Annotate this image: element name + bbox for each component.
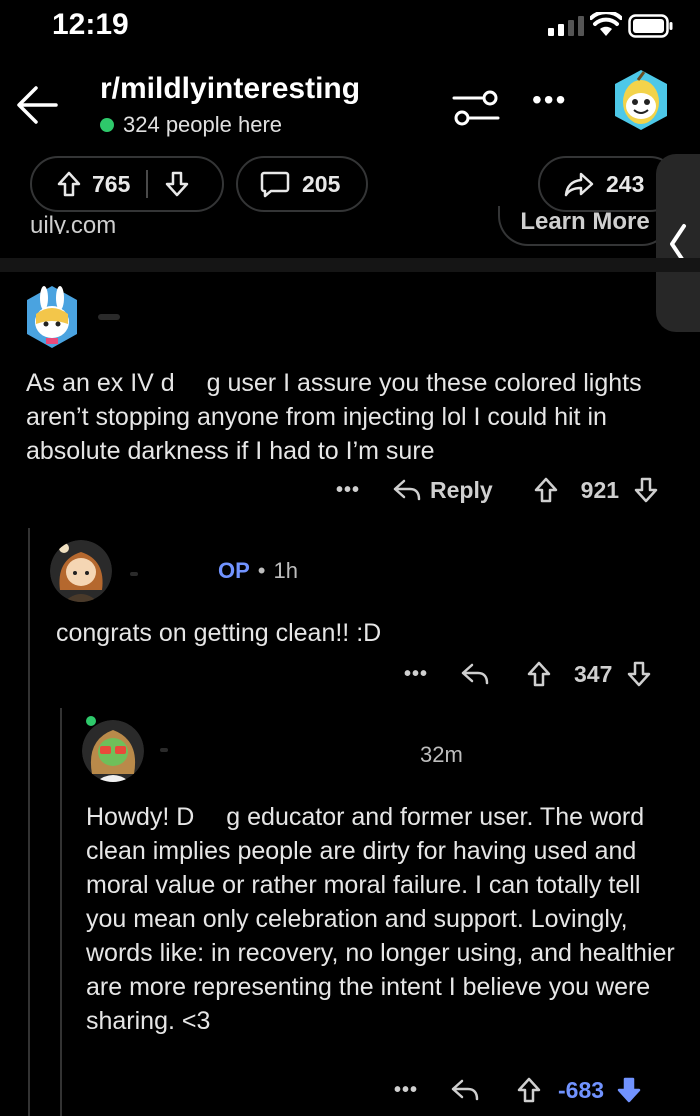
reply-icon[interactable] xyxy=(460,661,490,687)
reply-button[interactable]: Reply xyxy=(430,477,493,504)
comments-button[interactable]: 205 xyxy=(236,156,368,212)
reply-icon[interactable] xyxy=(450,1077,480,1103)
upvote-icon[interactable] xyxy=(533,476,559,504)
upvote-icon[interactable] xyxy=(56,170,82,198)
thread-line xyxy=(28,528,30,1116)
upvote-icon[interactable] xyxy=(526,660,552,688)
comment-score: 921 xyxy=(580,476,620,503)
upvote-icon[interactable] xyxy=(516,1076,542,1104)
redacted-username xyxy=(160,748,168,752)
online-dot-icon xyxy=(100,118,114,132)
share-arrow-icon xyxy=(564,172,594,197)
commenter-avatar[interactable] xyxy=(24,284,80,350)
status-time: 12:19 xyxy=(52,8,129,41)
side-drawer-tab[interactable] xyxy=(656,154,700,332)
commenter-avatar[interactable] xyxy=(82,720,144,782)
learn-more-label: Learn More xyxy=(520,208,650,235)
back-arrow-icon[interactable] xyxy=(14,82,60,128)
subreddit-name[interactable]: r/mildlyinteresting xyxy=(100,72,360,106)
share-count: 243 xyxy=(606,170,645,197)
comment-age: 1h xyxy=(273,558,298,583)
online-dot-icon xyxy=(86,716,96,726)
user-avatar[interactable] xyxy=(612,68,670,132)
signal-icon xyxy=(548,16,584,36)
comment-actions: ••• 347 xyxy=(404,660,652,688)
comment-more-icon[interactable]: ••• xyxy=(336,479,360,502)
comment-more-icon[interactable]: ••• xyxy=(404,663,428,686)
learn-more-button[interactable]: Learn More xyxy=(498,206,672,246)
redacted-username xyxy=(98,314,120,320)
sort-filter-icon[interactable] xyxy=(452,88,500,128)
post-score: 765 xyxy=(92,170,131,197)
wifi-icon xyxy=(590,12,622,36)
meta-separator: • xyxy=(257,558,266,583)
ad-domain-text: uily.com xyxy=(30,212,117,234)
comment-more-icon[interactable]: ••• xyxy=(394,1079,418,1102)
redacted-username xyxy=(130,572,138,576)
comment-score: 347 xyxy=(574,660,613,687)
presence-count: 324 people here xyxy=(123,112,283,137)
comment-actions: ••• -683 xyxy=(394,1076,642,1104)
vote-bar: 765 xyxy=(30,156,224,212)
comment-age: 32m xyxy=(420,742,463,767)
commenter-avatar[interactable] xyxy=(50,540,112,602)
section-divider xyxy=(0,258,700,272)
downvote-icon[interactable] xyxy=(626,660,652,688)
thread-line xyxy=(60,708,62,1116)
battery-icon xyxy=(628,14,673,38)
comment-body: Howdy! D g educator and former user. The… xyxy=(86,803,675,1035)
downvote-icon-active[interactable] xyxy=(616,1076,642,1104)
comment-actions: ••• Reply 921 xyxy=(336,476,659,504)
op-badge: OP xyxy=(218,558,250,583)
presence-indicator: 324 people here xyxy=(100,112,282,138)
comment-bubble-icon xyxy=(260,171,290,198)
reply-icon[interactable] xyxy=(392,477,422,503)
more-options-icon[interactable]: ••• xyxy=(532,84,567,116)
comment-score: -683 xyxy=(558,1076,605,1103)
downvote-icon[interactable] xyxy=(633,476,659,504)
downvote-icon[interactable] xyxy=(164,170,190,198)
comment-meta: OP • 1h xyxy=(218,558,298,584)
comment-body: As an ex IV d g user I assure you these … xyxy=(26,369,642,465)
comment-count: 205 xyxy=(302,170,341,197)
comment-body: congrats on getting clean!! :D xyxy=(56,619,382,647)
